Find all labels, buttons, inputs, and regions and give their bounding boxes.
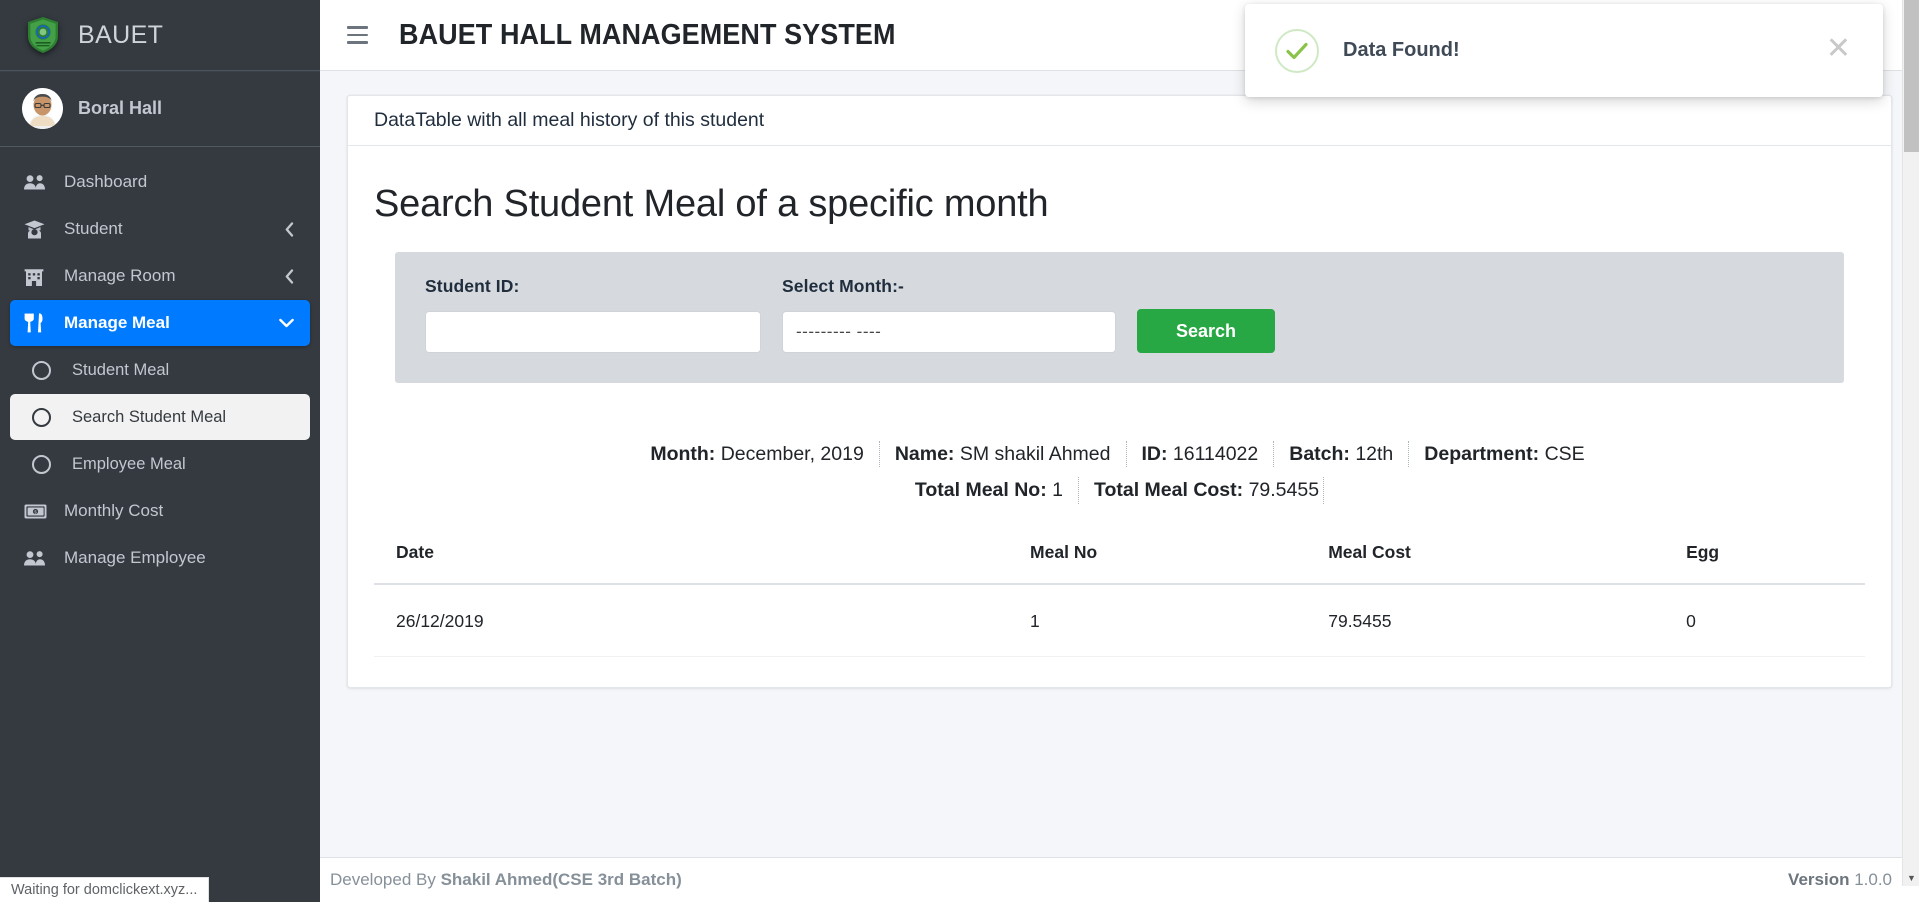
circle-icon: [32, 454, 60, 474]
summary-total-meal-no: Total Meal No: 1: [915, 477, 1079, 504]
student-id-label: Student ID:: [425, 276, 520, 296]
footer-version: Version 1.0.0: [1788, 870, 1892, 889]
card-body: Search Student Meal of a specific month …: [348, 146, 1891, 687]
building-icon: [24, 267, 52, 286]
sidebar-item-label: Employee Meal: [72, 454, 186, 473]
close-icon[interactable]: ✕: [1820, 33, 1857, 68]
svg-text:$: $: [34, 509, 37, 514]
sidebar-item-label: Search Student Meal: [72, 407, 227, 426]
chevron-left-icon: [285, 268, 294, 284]
brand-title: BAUET: [78, 20, 164, 49]
user-avatar: [22, 88, 63, 129]
sidebar-item-student-meal[interactable]: Student Meal: [10, 347, 310, 393]
check-circle-icon: [1275, 28, 1319, 73]
toast-notification[interactable]: Data Found! ✕: [1245, 4, 1883, 97]
summary-month: Month: December, 2019: [650, 441, 880, 468]
sidebar-brand[interactable]: BAUET: [0, 0, 320, 71]
main-content: BAUET HALL MANAGEMENT SYSTEM DataTable w…: [320, 0, 1919, 902]
sidebar-item-label: Student Meal: [72, 360, 170, 379]
select-month-label: Select Month:-: [782, 276, 904, 296]
sidebar-item-label: Monthly Cost: [64, 501, 164, 520]
summary-total-meal-cost: Total Meal Cost: 79.5455: [1079, 477, 1325, 504]
summary-id: ID: 16114022: [1127, 441, 1275, 468]
sidebar-item-employee-meal[interactable]: Employee Meal: [10, 441, 310, 487]
sidebar-item-manage-meal[interactable]: Manage Meal: [10, 300, 310, 346]
content-area: DataTable with all meal history of this …: [320, 71, 1919, 857]
cell-date: 26/12/2019: [374, 583, 1031, 657]
column-header-meal-cost[interactable]: Meal Cost: [1328, 541, 1687, 585]
sidebar-item-student[interactable]: Student: [10, 206, 310, 252]
scroll-down-arrow-icon[interactable]: ▼: [1903, 869, 1919, 886]
graduation-cap-icon: [24, 220, 52, 239]
sidebar-item-monthly-cost[interactable]: $ Monthly Cost: [10, 488, 310, 534]
user-name: Boral Hall: [78, 98, 163, 118]
application-window: BAUET Boral Hall Dashboard Student Manag…: [0, 0, 1919, 902]
sidebar-item-label: Student: [64, 219, 123, 238]
users-icon: [24, 174, 52, 191]
search-button[interactable]: Search: [1137, 309, 1275, 353]
sidebar-item-label: Manage Employee: [64, 548, 206, 567]
summary-name: Name: SM shakil Ahmed: [880, 441, 1127, 468]
scrollbar-thumb[interactable]: [1904, 0, 1919, 152]
sidebar-item-label: Manage Room: [64, 266, 176, 285]
page-footer: Developed By Shakil Ahmed(CSE 3rd Batch)…: [320, 857, 1919, 902]
sidebar-item-manage-room[interactable]: Manage Room: [10, 253, 310, 299]
column-header-date[interactable]: Date: [374, 541, 1031, 585]
summary-row-totals: Total Meal No: 1 Total Meal Cost: 79.545…: [915, 477, 1325, 504]
sidebar-item-label: Dashboard: [64, 172, 148, 191]
footer-credit: Developed By Shakil Ahmed(CSE 3rd Batch): [330, 870, 682, 889]
student-summary: Month: December, 2019 Name: SM shakil Ah…: [374, 441, 1865, 504]
circle-icon: [32, 360, 60, 380]
browser-status-bar: Waiting for domclickext.xyz...: [0, 877, 210, 902]
circle-icon: [32, 407, 60, 427]
select-month-input[interactable]: [782, 311, 1116, 353]
meal-history-table: Date Meal No Meal Cost Egg 26/12/2019 1 …: [374, 541, 1865, 657]
column-header-egg[interactable]: Egg: [1686, 541, 1865, 585]
sidebar-item-label: Manage Meal: [64, 313, 170, 332]
utensils-icon: [24, 313, 52, 333]
summary-batch: Batch: 12th: [1274, 441, 1410, 468]
sidebar-item-manage-employee[interactable]: Manage Employee: [10, 535, 310, 581]
search-form-panel: Student ID: Select Month:- Search: [395, 252, 1844, 383]
toast-message: Data Found!: [1343, 39, 1460, 61]
money-bill-icon: $: [24, 504, 52, 519]
cell-meal-cost: 79.5455: [1328, 583, 1687, 657]
cell-meal-no: 1: [1030, 583, 1329, 657]
chevron-left-icon: [285, 221, 294, 237]
sidebar: BAUET Boral Hall Dashboard Student Manag…: [0, 0, 320, 902]
page-scrollbar[interactable]: ▼: [1902, 0, 1919, 886]
hamburger-menu-icon[interactable]: [347, 22, 373, 48]
table-row[interactable]: 26/12/2019 1 79.5455 0: [374, 583, 1865, 657]
column-header-meal-no[interactable]: Meal No: [1030, 541, 1329, 585]
table-header-row: Date Meal No Meal Cost Egg: [374, 541, 1865, 585]
student-id-input[interactable]: [425, 311, 761, 353]
summary-row-student-info: Month: December, 2019 Name: SM shakil Ah…: [650, 441, 1588, 468]
meal-history-card: DataTable with all meal history of this …: [347, 95, 1892, 688]
sidebar-item-dashboard[interactable]: Dashboard: [10, 159, 310, 205]
sidebar-item-search-student-meal[interactable]: Search Student Meal: [10, 394, 310, 440]
sidebar-nav: Dashboard Student Manage Room Manage Mea…: [0, 147, 320, 581]
bauet-crest-logo: [22, 14, 64, 56]
card-header: DataTable with all meal history of this …: [348, 96, 1891, 146]
sidebar-user-panel[interactable]: Boral Hall: [0, 71, 320, 147]
chevron-down-icon: [279, 318, 294, 328]
summary-department: Department: CSE: [1424, 443, 1585, 465]
cell-egg: 0: [1686, 583, 1865, 657]
users-icon: [24, 550, 52, 567]
page-title: BAUET HALL MANAGEMENT SYSTEM: [399, 18, 896, 51]
month-field-group: Select Month:-: [782, 276, 1116, 353]
student-id-field-group: Student ID:: [425, 276, 761, 353]
section-heading: Search Student Meal of a specific month: [374, 183, 1049, 225]
